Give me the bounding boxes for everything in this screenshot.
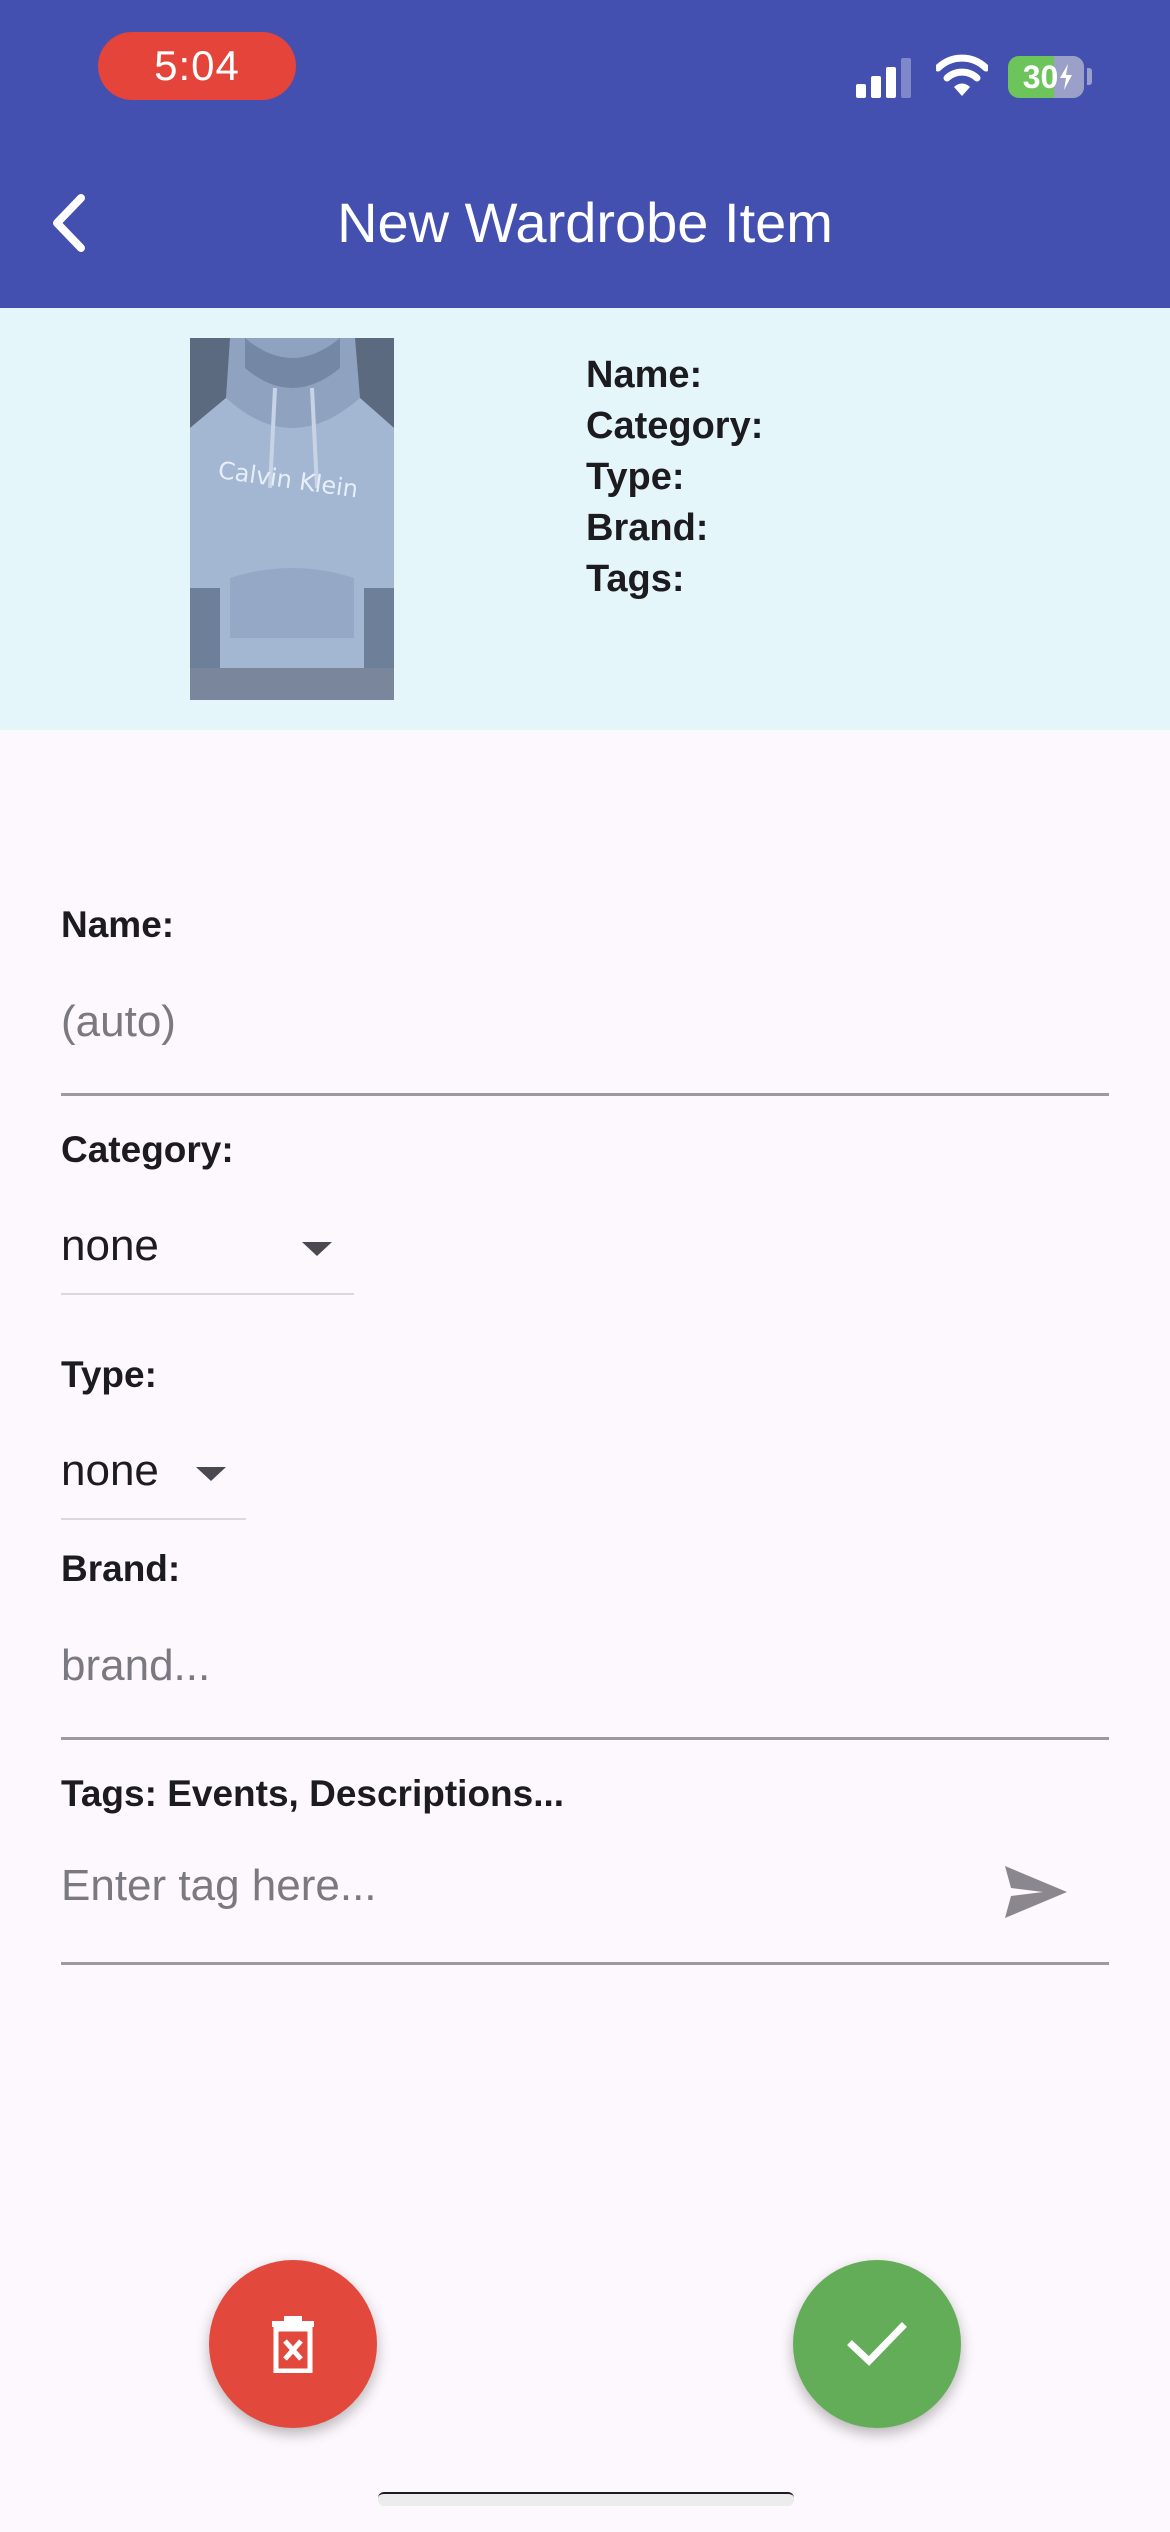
name-label: Name:: [61, 904, 175, 945]
save-button[interactable]: [793, 2260, 961, 2428]
type-label: Type:: [61, 1354, 157, 1395]
back-button[interactable]: [28, 180, 108, 266]
wifi-icon: [936, 54, 988, 96]
category-label: Category:: [61, 1129, 234, 1170]
dropdown-arrow-icon: [196, 1467, 226, 1481]
battery-nub: [1087, 68, 1092, 85]
tags-label: Tags: Events, Descriptions...: [61, 1773, 565, 1814]
charging-bolt-icon: [1060, 64, 1073, 90]
battery-level: 30: [1010, 56, 1086, 98]
dropdown-arrow-icon: [302, 1242, 332, 1256]
type-dropdown-underline: [61, 1518, 246, 1520]
summary-tags: Tags:: [586, 558, 685, 600]
brand-label: Brand:: [61, 1548, 181, 1589]
summary-brand: Brand:: [586, 507, 709, 549]
brand-field-underline: [61, 1737, 1109, 1740]
summary-type: Type:: [586, 456, 685, 498]
tag-field-underline: [61, 1962, 1109, 1965]
page-title: New Wardrobe Item: [337, 191, 833, 254]
name-field-underline: [61, 1093, 1109, 1096]
send-tag-button[interactable]: [996, 1856, 1076, 1928]
tag-input[interactable]: [61, 1856, 961, 1916]
category-dropdown-underline: [61, 1293, 354, 1295]
hoodie-photo-image: Calvin Klein: [190, 338, 394, 700]
brand-field[interactable]: [61, 1636, 1111, 1696]
delete-button[interactable]: [209, 2260, 377, 2428]
type-dropdown[interactable]: none: [61, 1441, 246, 1501]
trash-icon: [272, 2316, 314, 2373]
type-selected-value: none: [61, 1446, 159, 1495]
status-time: 5:04: [98, 32, 296, 100]
summary-category: Category:: [586, 405, 764, 447]
cellular-signal-icon: [856, 58, 911, 98]
item-summary: Name: Category: Type: Brand: Tags:: [586, 350, 1086, 605]
checkmark-icon: [847, 2322, 907, 2366]
home-indicator: [378, 2492, 794, 2506]
battery-percent: 30: [1022, 58, 1059, 95]
send-icon: [1005, 1866, 1067, 1918]
category-selected-value: none: [61, 1221, 159, 1270]
name-field[interactable]: [61, 992, 1111, 1052]
item-photo[interactable]: Calvin Klein: [190, 338, 394, 700]
category-dropdown[interactable]: none: [61, 1216, 354, 1276]
chevron-left-icon: [53, 194, 85, 252]
summary-name: Name:: [586, 354, 703, 396]
